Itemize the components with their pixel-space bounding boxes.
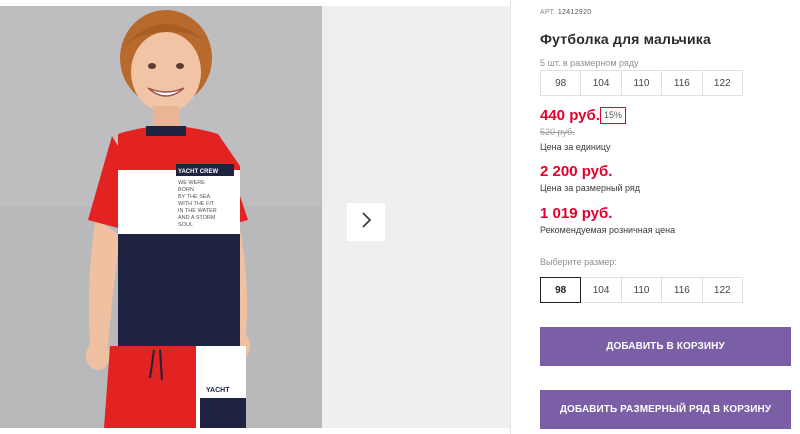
shirt-tag-text: YACHT CREW xyxy=(178,169,218,175)
shirt-print-line: AND A STORM xyxy=(178,215,216,221)
product-gallery: YACHT CREW WE WERE BORN BY THE SEA WITH … xyxy=(0,6,510,428)
old-price: 520 руб. xyxy=(540,127,575,137)
chevron-right-icon xyxy=(360,211,372,233)
set-price-caption: Цена за размерный ряд xyxy=(540,183,641,193)
size-option-110[interactable]: 110 xyxy=(620,277,663,303)
article-number: АРТ. 12412920 xyxy=(540,9,591,16)
rrp-price: 1 019 руб. xyxy=(540,205,613,222)
size-row-item: 104 xyxy=(580,70,622,96)
size-option-104[interactable]: 104 xyxy=(580,277,622,303)
size-row-item: 116 xyxy=(661,70,703,96)
article-label: АРТ. xyxy=(540,9,556,16)
size-option-98[interactable]: 98 xyxy=(540,277,582,303)
size-option-122[interactable]: 122 xyxy=(701,277,743,303)
add-size-set-to-cart-button[interactable]: ДОБАВИТЬ РАЗМЕРНЫЙ РЯД В КОРЗИНУ xyxy=(540,390,791,429)
shirt-print-line: BY THE SEA xyxy=(178,194,211,200)
product-photo[interactable]: YACHT CREW WE WERE BORN BY THE SEA WITH … xyxy=(0,6,322,428)
unit-price: 440 руб. xyxy=(540,107,600,124)
shorts-print: YACHT xyxy=(206,387,230,394)
gallery-next-button[interactable] xyxy=(347,203,385,241)
choose-size-label: Выберите размер: xyxy=(540,257,617,267)
size-row-item: 110 xyxy=(620,70,663,96)
set-price: 2 200 руб. xyxy=(540,163,613,180)
rrp-caption: Рекомендуемая розничная цена xyxy=(540,225,676,235)
add-to-cart-button[interactable]: ДОБАВИТЬ В КОРЗИНУ xyxy=(540,327,791,366)
shirt-print-line: BORN xyxy=(178,187,194,193)
product-title: Футболка для мальчика xyxy=(540,31,711,47)
boy-in-tshirt-image: YACHT CREW WE WERE BORN BY THE SEA WITH … xyxy=(0,6,322,428)
size-selector: 98 104 110 116 122 xyxy=(540,277,743,303)
row-count-text: 5 шт. в размерном ряду xyxy=(540,58,639,68)
unit-price-caption: Цена за единицу xyxy=(540,142,611,152)
column-divider xyxy=(510,0,511,434)
shirt-print-line: SOUL xyxy=(178,222,193,228)
size-row-item: 98 xyxy=(540,70,582,96)
size-option-116[interactable]: 116 xyxy=(661,277,703,303)
size-row-item: 122 xyxy=(701,70,743,96)
shirt-print-line: WITH THE FIT xyxy=(178,201,215,207)
article-value: 12412920 xyxy=(557,9,592,16)
discount-badge: 15% xyxy=(600,107,627,124)
shirt-print-line: WE WERE xyxy=(178,180,205,186)
size-row-list: 98 104 110 116 122 xyxy=(540,70,743,96)
shirt-print-line: IN THE WATER xyxy=(178,208,217,214)
